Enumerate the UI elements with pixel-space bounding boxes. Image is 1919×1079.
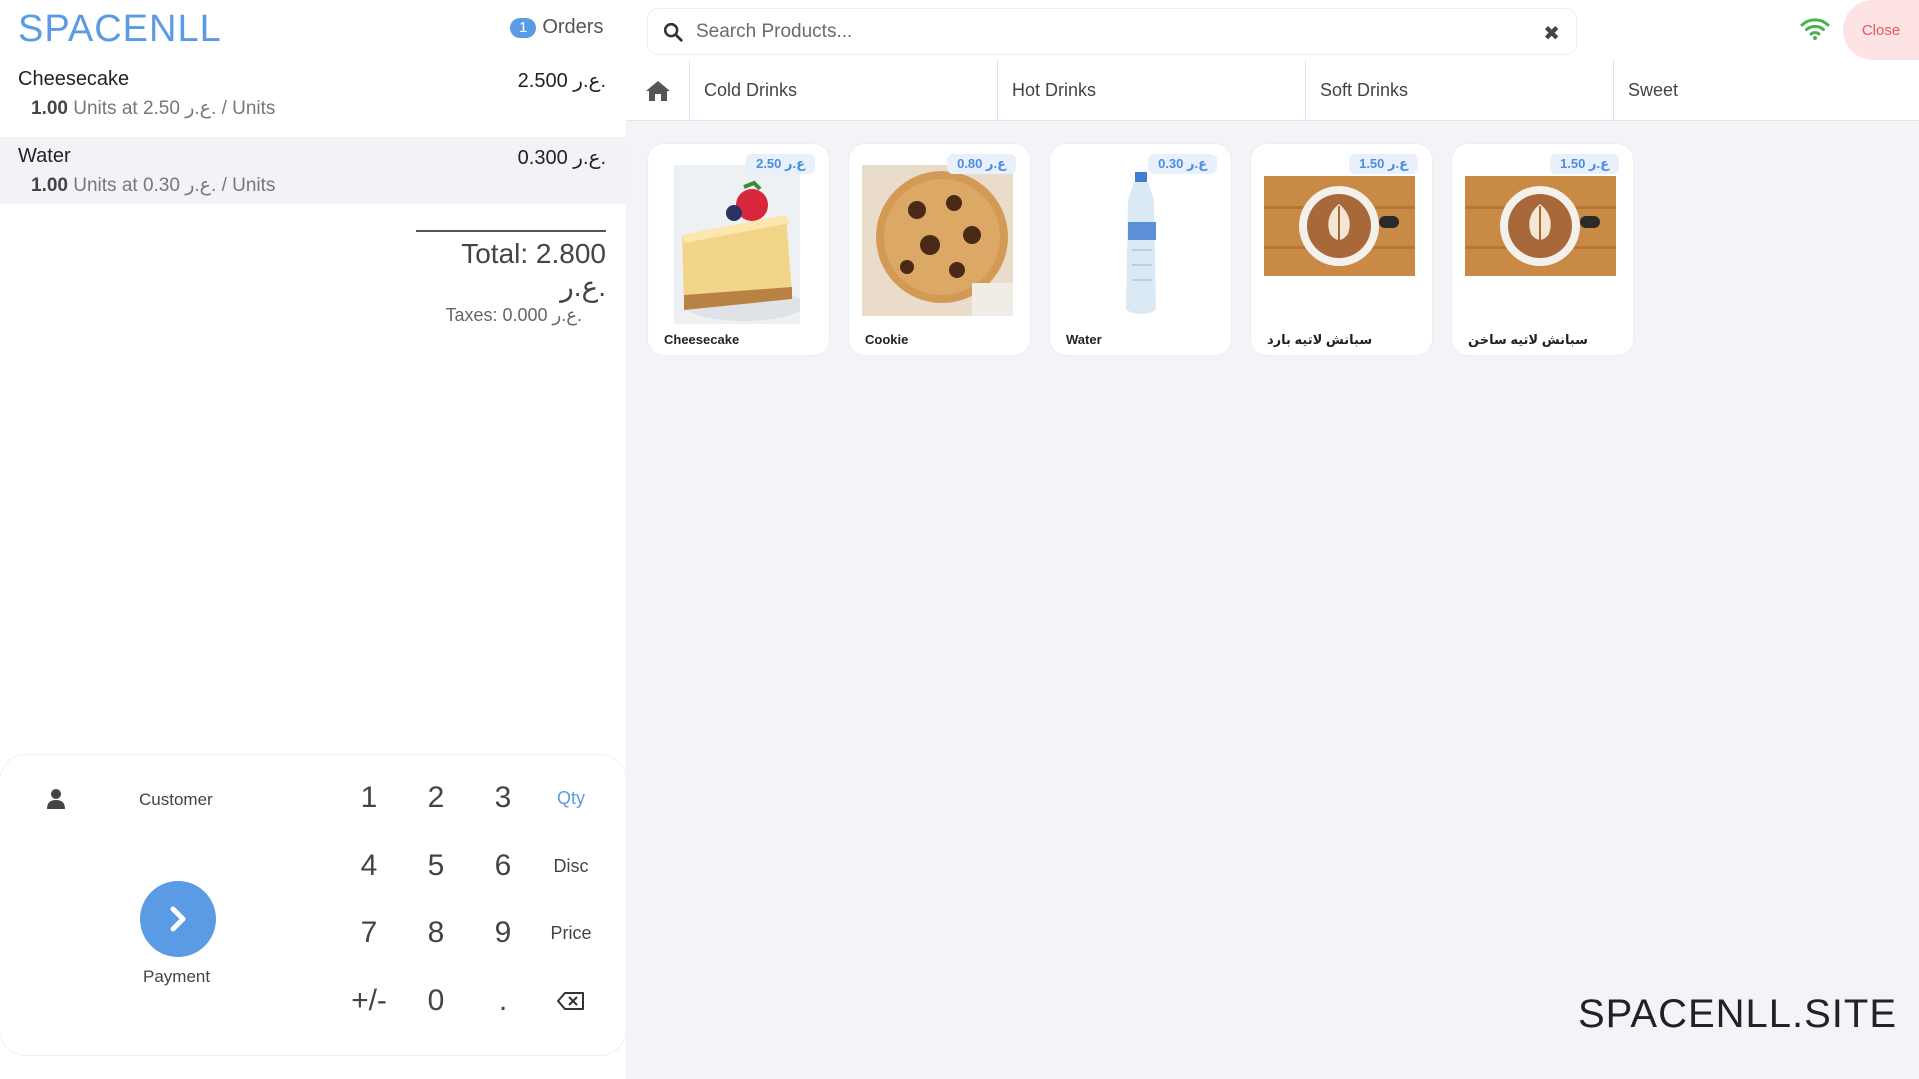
numpad-decimal-button[interactable]: . bbox=[473, 981, 533, 1021]
order-taxes: Taxes: 0.000 ع.ر. bbox=[445, 305, 582, 325]
order-line-unit-info: Units at 0.30 ع.ر. / Units bbox=[73, 175, 276, 196]
numpad-panel: Customer Payment 1 2 3 Qty 4 5 6 Disc 7 … bbox=[0, 755, 626, 1055]
numpad-key-4[interactable]: 4 bbox=[339, 846, 399, 886]
numpad-disc-button[interactable]: Disc bbox=[541, 846, 601, 886]
product-name: Cookie bbox=[865, 332, 909, 347]
category-hot-drinks[interactable]: Hot Drinks bbox=[998, 60, 1306, 121]
product-price-tag: 0.30 ع.ر bbox=[1148, 154, 1217, 174]
wifi-icon bbox=[1800, 18, 1830, 40]
site-watermark: SPACENLL.SITE bbox=[1578, 992, 1898, 1036]
home-icon bbox=[645, 80, 670, 101]
category-soft-drinks[interactable]: Soft Drinks bbox=[1306, 60, 1614, 121]
order-line-price: 0.300 ع.ر. bbox=[517, 147, 606, 169]
numpad-key-9[interactable]: 9 bbox=[473, 913, 533, 953]
product-card[interactable]: 2.50 ع.ر Cheesecake bbox=[648, 144, 829, 355]
numpad-key-7[interactable]: 7 bbox=[339, 913, 399, 953]
customer-button[interactable]: Customer bbox=[139, 790, 213, 810]
numpad-price-button[interactable]: Price bbox=[541, 913, 601, 953]
numpad-key-5[interactable]: 5 bbox=[406, 846, 466, 886]
home-category-button[interactable] bbox=[626, 60, 690, 121]
user-icon[interactable] bbox=[46, 788, 66, 810]
backspace-button[interactable] bbox=[541, 981, 601, 1021]
search-bar: ✖ bbox=[648, 9, 1576, 54]
orders-button[interactable]: 1 Orders bbox=[510, 16, 603, 39]
search-input[interactable] bbox=[696, 20, 1516, 43]
category-cold-drinks[interactable]: Cold Drinks bbox=[690, 60, 998, 121]
category-sweet[interactable]: Sweet bbox=[1614, 60, 1919, 121]
numpad-sign-button[interactable]: +/- bbox=[339, 981, 399, 1021]
latte-image bbox=[1465, 176, 1616, 276]
latte-image bbox=[1264, 176, 1415, 276]
order-line-name: Water bbox=[18, 145, 71, 167]
order-totals: Total: 2.800 ع.ر. Taxes: 0.000 ع.ر. bbox=[416, 230, 606, 326]
top-bar: SPACENLL 1 Orders ✖ Close bbox=[0, 0, 1919, 60]
product-price-tag: 2.50 ع.ر bbox=[746, 154, 815, 174]
search-icon bbox=[663, 22, 683, 42]
close-button[interactable]: Close bbox=[1843, 0, 1919, 60]
numpad-key-6[interactable]: 6 bbox=[473, 846, 533, 886]
product-name: سبانش لاتيه بارد bbox=[1267, 332, 1373, 347]
payment-button[interactable] bbox=[140, 881, 216, 957]
numpad-key-3[interactable]: 3 bbox=[473, 778, 533, 818]
order-total: Total: 2.800 ع.ر. bbox=[461, 238, 606, 302]
product-name: Water bbox=[1066, 332, 1102, 347]
product-name: Cheesecake bbox=[664, 332, 740, 347]
numpad-qty-button[interactable]: Qty bbox=[541, 778, 601, 818]
numpad-key-2[interactable]: 2 bbox=[406, 778, 466, 818]
orders-count-badge: 1 bbox=[510, 17, 537, 38]
product-price-tag: 1.50 ع.ر bbox=[1550, 154, 1619, 174]
chevron-right-icon bbox=[170, 906, 186, 932]
backspace-icon bbox=[557, 992, 584, 1010]
brand-logo: SPACENLL bbox=[18, 8, 222, 50]
product-card[interactable]: 1.50 ع.ر سبانش لاتيه ساخن bbox=[1452, 144, 1633, 355]
order-line[interactable]: Water 0.300 ع.ر. 1.00 Units at 0.30 ع.ر.… bbox=[0, 137, 626, 204]
numpad-key-1[interactable]: 1 bbox=[339, 778, 399, 818]
product-price-tag: 1.50 ع.ر bbox=[1349, 154, 1418, 174]
cookie-image bbox=[862, 165, 1013, 316]
order-line-name: Cheesecake bbox=[18, 68, 130, 90]
order-line-detail: 1.00 Units at 0.30 ع.ر. / Units bbox=[31, 174, 275, 197]
order-line-qty: 1.00 bbox=[31, 175, 68, 196]
product-card[interactable]: 1.50 ع.ر سبانش لاتيه بارد bbox=[1251, 144, 1432, 355]
product-name: سبانش لاتيه ساخن bbox=[1468, 332, 1588, 347]
order-line-qty: 1.00 bbox=[31, 98, 68, 119]
clear-search-icon[interactable]: ✖ bbox=[1543, 21, 1560, 46]
order-line[interactable]: Cheesecake 2.500 ع.ر. 1.00 Units at 2.50… bbox=[0, 60, 626, 127]
order-line-unit-info: Units at 2.50 ع.ر. / Units bbox=[73, 98, 276, 119]
order-line-detail: 1.00 Units at 2.50 ع.ر. / Units bbox=[31, 97, 275, 120]
orders-label: Orders bbox=[542, 16, 604, 38]
water-bottle-image bbox=[1126, 172, 1156, 314]
product-card[interactable]: 0.30 ع.ر Water bbox=[1050, 144, 1231, 355]
cheesecake-image bbox=[674, 165, 800, 324]
product-card[interactable]: 0.80 ع.ر Cookie bbox=[849, 144, 1030, 355]
payment-label[interactable]: Payment bbox=[143, 967, 210, 987]
order-line-price: 2.500 ع.ر. bbox=[517, 70, 606, 92]
category-bar: Cold Drinks Hot Drinks Soft Drinks Sweet bbox=[626, 60, 1919, 121]
product-price-tag: 0.80 ع.ر bbox=[947, 154, 1016, 174]
numpad-key-8[interactable]: 8 bbox=[406, 913, 466, 953]
numpad-key-0[interactable]: 0 bbox=[406, 981, 466, 1021]
